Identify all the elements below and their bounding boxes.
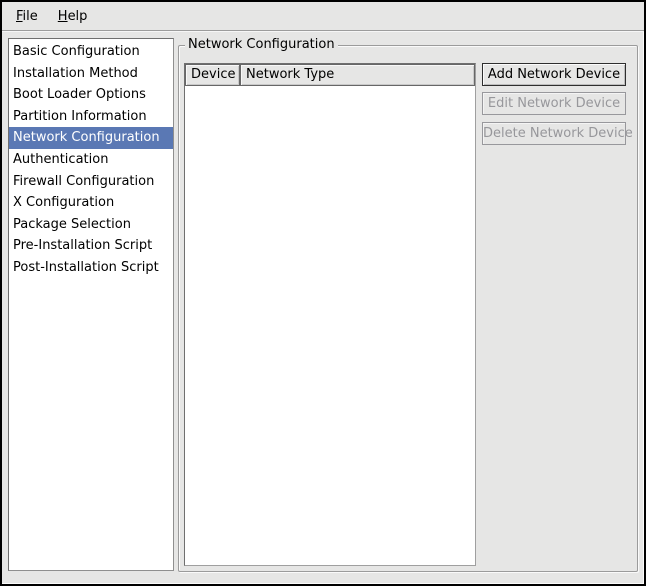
kickstart-configurator-window: File Help Basic Configuration Installati…	[0, 0, 646, 586]
network-configuration-frame: Network Configuration Device Network Typ…	[178, 45, 638, 572]
sidebar-item-post-installation-script[interactable]: Post-Installation Script	[9, 257, 173, 279]
table-header-row: Device Network Type	[185, 64, 475, 86]
delete-network-device-button: Delete Network Device	[482, 122, 626, 145]
column-header-network-type[interactable]: Network Type	[240, 64, 475, 86]
sidebar-item-package-selection[interactable]: Package Selection	[9, 214, 173, 236]
section-list: Basic Configuration Installation Method …	[8, 38, 174, 571]
menubar: File Help	[2, 2, 644, 31]
menu-file[interactable]: File	[6, 4, 48, 29]
sidebar-item-basic-configuration[interactable]: Basic Configuration	[9, 41, 173, 63]
sidebar-item-firewall-configuration[interactable]: Firewall Configuration	[9, 171, 173, 193]
edit-network-device-button: Edit Network Device	[482, 92, 626, 115]
sidebar-item-pre-installation-script[interactable]: Pre-Installation Script	[9, 235, 173, 257]
sidebar-item-installation-method[interactable]: Installation Method	[9, 63, 173, 85]
column-header-device[interactable]: Device	[185, 64, 240, 86]
sidebar-item-partition-information[interactable]: Partition Information	[9, 106, 173, 128]
sidebar-item-x-configuration[interactable]: X Configuration	[9, 192, 173, 214]
network-device-table[interactable]: Device Network Type	[184, 63, 476, 566]
sidebar-item-boot-loader-options[interactable]: Boot Loader Options	[9, 84, 173, 106]
sidebar-item-authentication[interactable]: Authentication	[9, 149, 173, 171]
table-body-empty[interactable]	[185, 86, 475, 565]
sidebar-item-network-configuration[interactable]: Network Configuration	[9, 127, 173, 149]
frame-title: Network Configuration	[185, 37, 338, 53]
menu-help[interactable]: Help	[48, 4, 98, 29]
add-network-device-button[interactable]: Add Network Device	[482, 63, 626, 86]
